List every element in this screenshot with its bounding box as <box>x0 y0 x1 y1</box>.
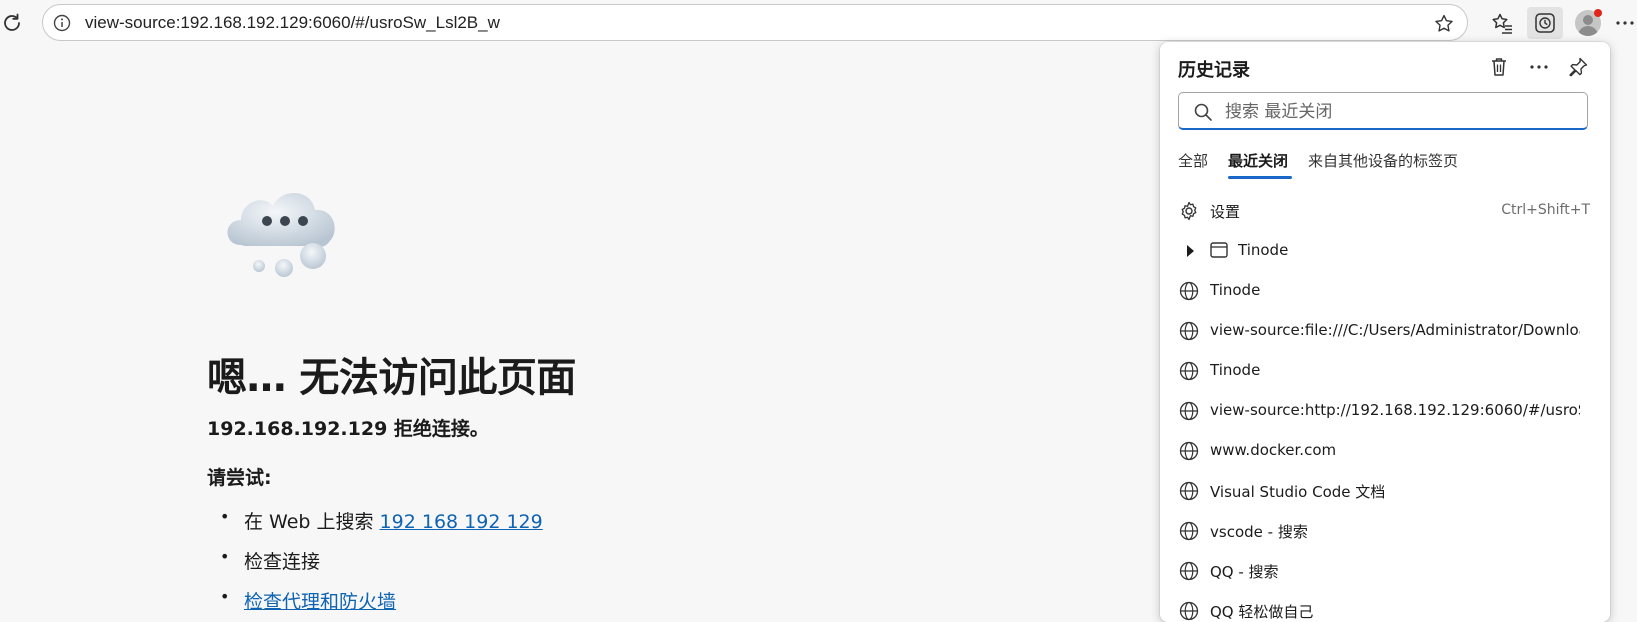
tab-other-devices[interactable]: 来自其他设备的标签页 <box>1308 150 1458 171</box>
suggestion-check-proxy: 检查代理和防火墙 <box>220 587 396 614</box>
suggestion-list: 检查连接 <box>220 547 320 574</box>
suggestion-list: 在 Web 上搜索 192 168 192 129 <box>220 507 543 534</box>
history-item-label: Tinode <box>1238 241 1289 259</box>
more-icon <box>1530 65 1548 69</box>
history-search-input[interactable] <box>1223 99 1577 125</box>
history-item-window[interactable]: Tinode <box>1160 233 1610 269</box>
history-item[interactable]: www.docker.com <box>1160 433 1610 469</box>
check-proxy-link[interactable]: 检查代理和防火墙 <box>244 591 396 613</box>
notification-dot <box>1594 9 1602 17</box>
history-search-box[interactable] <box>1178 92 1588 130</box>
favorites-button[interactable] <box>1484 7 1520 39</box>
history-panel: 历史记录 全部 最近关闭 来自其他设备的标签页 <box>1160 42 1610 622</box>
globe-icon <box>1179 281 1199 301</box>
favorite-star-icon[interactable] <box>1433 13 1455 35</box>
history-item-label: view-source:http://192.168.192.129:6060/… <box>1210 401 1580 419</box>
history-item-label: QQ 轻松做自己 <box>1210 603 1314 621</box>
history-item[interactable]: Tinode <box>1160 273 1610 309</box>
thinking-cloud-icon <box>227 192 335 277</box>
active-tab-indicator <box>1228 176 1292 179</box>
trash-icon <box>1492 58 1506 76</box>
globe-icon <box>1179 601 1199 621</box>
globe-icon <box>1179 441 1199 461</box>
history-item-label: QQ - 搜索 <box>1210 563 1279 581</box>
globe-icon <box>1179 481 1199 501</box>
history-item-label: www.docker.com <box>1210 441 1337 459</box>
search-web-link[interactable]: 192 168 192 129 <box>380 511 543 533</box>
history-more-button[interactable] <box>1526 54 1552 80</box>
favorites-icon <box>1492 13 1512 34</box>
history-item[interactable]: QQ 轻松做自己 <box>1160 593 1610 622</box>
window-icon <box>1210 242 1228 258</box>
tab-all[interactable]: 全部 <box>1178 150 1208 171</box>
pin-icon <box>1569 57 1588 77</box>
history-item[interactable]: view-source:http://192.168.192.129:6060/… <box>1160 393 1610 429</box>
history-item[interactable]: QQ - 搜索 <box>1160 553 1610 589</box>
delete-history-button[interactable] <box>1486 54 1512 80</box>
suggestion-search-web: 在 Web 上搜索 192 168 192 129 <box>220 507 543 534</box>
globe-icon <box>1179 561 1199 581</box>
suggestion-text: 检查连接 <box>244 551 321 573</box>
suggestion-text: 在 Web 上搜索 <box>244 511 380 533</box>
try-label: 请尝试: <box>207 467 272 489</box>
history-item[interactable]: Visual Studio Code 文档 <box>1160 473 1610 509</box>
site-info-icon[interactable] <box>53 14 71 32</box>
error-title: 嗯… 无法访问此页面 <box>207 355 576 401</box>
tab-recently-closed[interactable]: 最近关闭 <box>1228 150 1288 171</box>
settings-label: 设置 <box>1210 203 1241 221</box>
history-item[interactable]: vscode - 搜索 <box>1160 513 1610 549</box>
browser-toolbar: view-source:192.168.192.129:6060/#/usroS… <box>0 0 1637 46</box>
panel-title: 历史记录 <box>1178 60 1250 81</box>
pin-panel-button[interactable] <box>1565 54 1591 80</box>
suggestion-check-connection: 检查连接 <box>220 547 320 574</box>
history-button[interactable] <box>1527 7 1563 39</box>
settings-shortcut: Ctrl+Shift+T <box>1501 202 1590 218</box>
expand-caret-icon[interactable] <box>1187 245 1194 257</box>
globe-icon <box>1179 321 1199 341</box>
more-icon <box>1616 21 1634 25</box>
url-text[interactable]: view-source:192.168.192.129:6060/#/usroS… <box>85 13 500 33</box>
search-icon <box>1194 103 1212 121</box>
history-item-label: view-source:file:///C:/Users/Administrat… <box>1210 321 1580 339</box>
history-item-label: Visual Studio Code 文档 <box>1210 483 1386 501</box>
history-item[interactable]: Tinode <box>1160 353 1610 389</box>
address-bar[interactable]: view-source:192.168.192.129:6060/#/usroS… <box>42 4 1468 41</box>
reload-icon[interactable] <box>0 11 24 35</box>
history-item-label: vscode - 搜索 <box>1210 523 1308 541</box>
history-item-label: Tinode <box>1210 361 1261 379</box>
globe-icon <box>1179 361 1199 381</box>
history-item-label: Tinode <box>1210 281 1261 299</box>
history-icon <box>1535 13 1555 33</box>
profile-button[interactable] <box>1570 7 1606 39</box>
globe-icon <box>1179 401 1199 421</box>
gear-icon <box>1181 201 1197 221</box>
error-subtitle: 192.168.192.129 拒绝连接。 <box>207 418 489 440</box>
history-settings-row[interactable]: 设置 Ctrl+Shift+T <box>1160 193 1610 229</box>
globe-icon <box>1179 521 1199 541</box>
settings-more-button[interactable] <box>1612 7 1637 39</box>
history-item[interactable]: view-source:file:///C:/Users/Administrat… <box>1160 313 1610 349</box>
suggestion-list: 检查代理和防火墙 <box>220 587 396 614</box>
